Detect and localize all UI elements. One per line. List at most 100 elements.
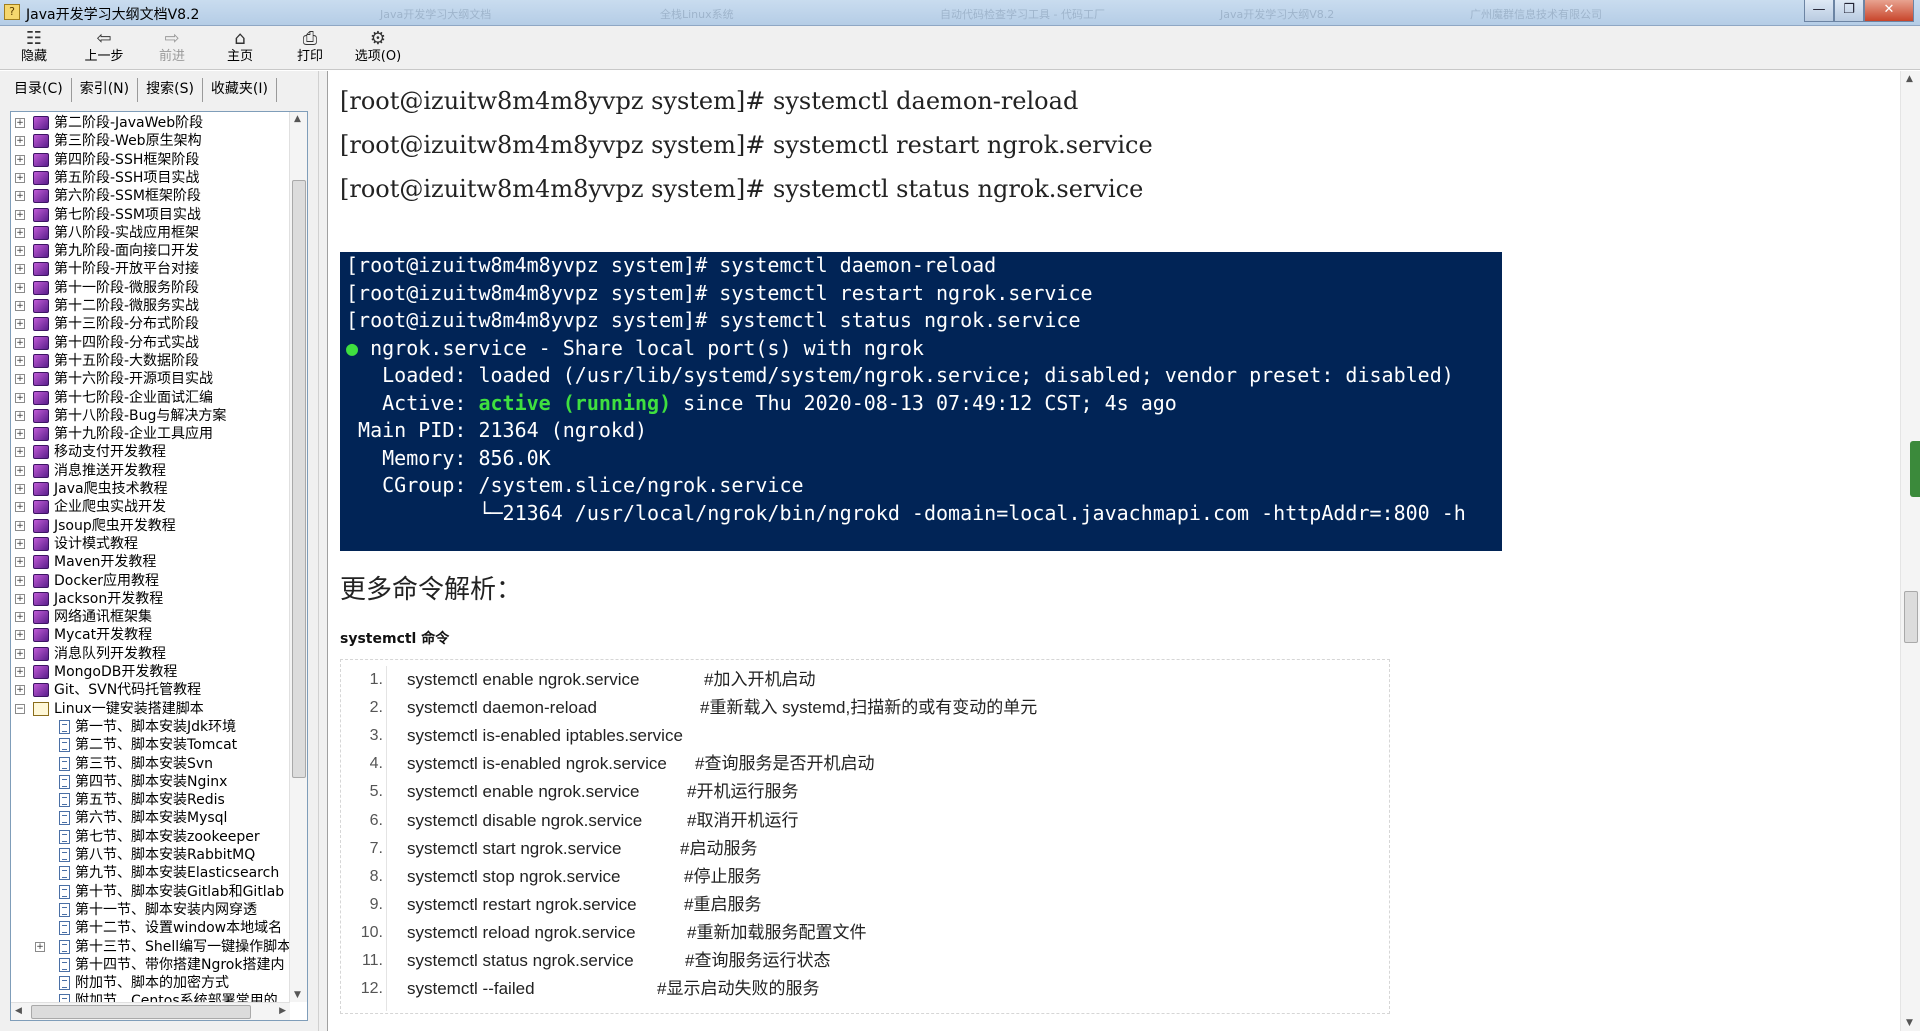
tree-item-book[interactable]: + 第十七阶段-企业面试汇编 [11, 389, 290, 407]
expand-icon[interactable]: + [15, 172, 25, 183]
tree-item-page[interactable]: 第八节、脚本安装RabbitMQ [11, 846, 290, 864]
expand-icon[interactable]: + [15, 264, 25, 275]
expand-icon[interactable]: + [15, 410, 25, 421]
tree-item-page[interactable]: 第四节、脚本安装Nginx [11, 773, 290, 791]
tree-item-open-book[interactable]: − Linux一键安装搭建脚本 [11, 700, 290, 718]
forward-button[interactable]: ⇨ 前进 [142, 29, 202, 67]
tree-item-page[interactable]: 附加节、脚本的加密方式 [11, 974, 290, 992]
tab-contents[interactable]: 目录(C) [6, 78, 72, 102]
tree-item-book[interactable]: + 第十三阶段-分布式阶段 [11, 315, 290, 333]
tree-item-book[interactable]: + 第十二阶段-微服务实战 [11, 297, 290, 315]
tree-item-page[interactable]: 第五节、脚本安装Redis [11, 791, 290, 809]
tree-item-page[interactable]: 第三节、脚本安装Svn [11, 755, 290, 773]
tree-vertical-scrollbar[interactable]: ▲ ▼ [289, 112, 307, 1002]
tree-item-book[interactable]: + 第十一阶段-微服务阶段 [11, 279, 290, 297]
tree-item-page[interactable]: 第一节、脚本安装Jdk环境 [11, 718, 290, 736]
tree-item-book[interactable]: + 第七阶段-SSM项目实战 [11, 206, 290, 224]
tree-hscroll-thumb[interactable] [31, 1005, 251, 1019]
tree-item-book[interactable]: + 网络通讯框架集 [11, 608, 290, 626]
tree-item-book[interactable]: + 第二阶段-JavaWeb阶段 [11, 114, 290, 132]
expand-icon[interactable]: + [35, 941, 45, 952]
tree-item-page[interactable]: 第十四节、带你搭建Ngrok搭建内 [11, 956, 290, 974]
expand-icon[interactable]: + [15, 447, 25, 458]
tree-item-book[interactable]: + 第十八阶段-Bug与解决方案 [11, 407, 290, 425]
expand-icon[interactable]: + [15, 301, 25, 311]
tree-item-page[interactable]: 第二节、脚本安装Tomcat [11, 736, 290, 754]
tree-item-book[interactable]: + 第十四阶段-分布式实战 [11, 334, 290, 352]
tree-item-book[interactable]: + Jackson开发教程 [11, 590, 290, 608]
expand-icon[interactable]: + [15, 429, 25, 440]
maximize-button[interactable]: ❐ [1834, 0, 1864, 22]
tree-item-page[interactable]: 第十二节、设置window本地域名 [11, 919, 290, 937]
tree-item-book[interactable]: + Mycat开发教程 [11, 626, 290, 644]
scroll-up-icon[interactable]: ▲ [1906, 74, 1913, 84]
expand-icon[interactable]: + [15, 667, 25, 677]
tree-item-book[interactable]: + MongoDB开发教程 [11, 663, 290, 681]
tree-item-book[interactable]: + 第十五阶段-大数据阶段 [11, 352, 290, 370]
content-scroll-thumb[interactable] [1904, 591, 1918, 643]
tree-item-book[interactable]: + 第十六阶段-开源项目实战 [11, 370, 290, 388]
expand-icon[interactable]: + [15, 575, 25, 586]
expand-icon[interactable]: + [15, 355, 25, 366]
back-button[interactable]: ⇦ 上一步 [74, 29, 134, 67]
scroll-down-icon[interactable]: ▼ [1906, 1018, 1913, 1028]
tree-item-book[interactable]: + Jsoup爬虫开发教程 [11, 517, 290, 535]
tree-item-book[interactable]: + 第三阶段-Web原生架构 [11, 132, 290, 150]
tree-scroll-thumb[interactable] [292, 180, 306, 778]
tree-item-book[interactable]: + 设计模式教程 [11, 535, 290, 553]
tree-item-book[interactable]: + Docker应用教程 [11, 572, 290, 590]
expand-icon[interactable]: + [15, 191, 25, 202]
expand-icon[interactable]: + [15, 136, 25, 147]
tree-item-page[interactable]: 第六节、脚本安装Mysql [11, 809, 290, 827]
expand-icon[interactable]: + [15, 520, 25, 531]
expand-icon[interactable]: + [15, 319, 25, 330]
tree-item-page[interactable]: 附加节、Centos系统部署常用的 [11, 992, 290, 1002]
options-button[interactable]: ⚙ 选项(O) [348, 29, 408, 67]
expand-icon[interactable]: + [15, 465, 25, 476]
tree-item-page[interactable]: 第十一节、脚本安装内网穿透 [11, 901, 290, 919]
expand-icon[interactable]: + [15, 337, 25, 348]
expand-icon[interactable]: + [15, 557, 25, 568]
tree-item-page[interactable]: + 第十三节、Shell编写一键操作脚本 [11, 938, 290, 956]
print-button[interactable]: ⎙ 打印 [280, 29, 340, 67]
close-button[interactable]: ✕ [1864, 0, 1914, 22]
expand-icon[interactable]: + [15, 593, 25, 604]
tab-favorites[interactable]: 收藏夹(I) [203, 78, 277, 102]
tree-item-book[interactable]: + 第九阶段-面向接口开发 [11, 242, 290, 260]
collapse-icon[interactable]: − [15, 703, 25, 714]
minimize-button[interactable]: — [1804, 0, 1834, 22]
expand-icon[interactable]: + [15, 374, 25, 385]
scroll-left-icon[interactable]: ◀ [15, 1006, 22, 1016]
tab-index[interactable]: 索引(N) [72, 78, 139, 102]
tree-item-book[interactable]: + 第十九阶段-企业工具应用 [11, 425, 290, 443]
tree-horizontal-scrollbar[interactable]: ◀ ▶ [11, 1002, 290, 1020]
expand-icon[interactable]: + [15, 685, 25, 696]
expand-icon[interactable]: + [15, 484, 25, 494]
pane-splitter[interactable] [318, 71, 328, 1031]
scroll-down-icon[interactable]: ▼ [294, 990, 301, 1000]
tree-item-book[interactable]: + 第八阶段-实战应用框架 [11, 224, 290, 242]
expand-icon[interactable]: + [15, 392, 25, 403]
expand-icon[interactable]: + [15, 118, 25, 128]
expand-icon[interactable]: + [15, 538, 25, 549]
tree-item-book[interactable]: + Maven开发教程 [11, 553, 290, 571]
expand-icon[interactable]: + [15, 246, 25, 257]
expand-icon[interactable]: + [15, 648, 25, 659]
tree-item-book[interactable]: + 企业爬虫实战开发 [11, 498, 290, 516]
tree-item-page[interactable]: 第七节、脚本安装zookeeper [11, 828, 290, 846]
tree-item-book[interactable]: + 第十阶段-开放平台对接 [11, 260, 290, 278]
content-vertical-scrollbar[interactable]: ▲ ▼ [1900, 71, 1920, 1031]
expand-icon[interactable]: + [15, 502, 25, 513]
expand-icon[interactable]: + [15, 154, 25, 165]
expand-icon[interactable]: + [15, 227, 25, 238]
tree-item-book[interactable]: + Java爬虫技术教程 [11, 480, 290, 498]
expand-icon[interactable]: + [15, 630, 25, 641]
tree-item-book[interactable]: + 第六阶段-SSM框架阶段 [11, 187, 290, 205]
scroll-up-icon[interactable]: ▲ [294, 114, 301, 124]
tree-item-book[interactable]: + 消息队列开发教程 [11, 645, 290, 663]
hide-button[interactable]: ☷ 隐藏 [4, 29, 64, 67]
tree-item-book[interactable]: + Git、SVN代码托管教程 [11, 681, 290, 699]
tree-item-book[interactable]: + 第五阶段-SSH项目实战 [11, 169, 290, 187]
tree-item-book[interactable]: + 第四阶段-SSH框架阶段 [11, 151, 290, 169]
side-handle[interactable] [1910, 441, 1920, 497]
